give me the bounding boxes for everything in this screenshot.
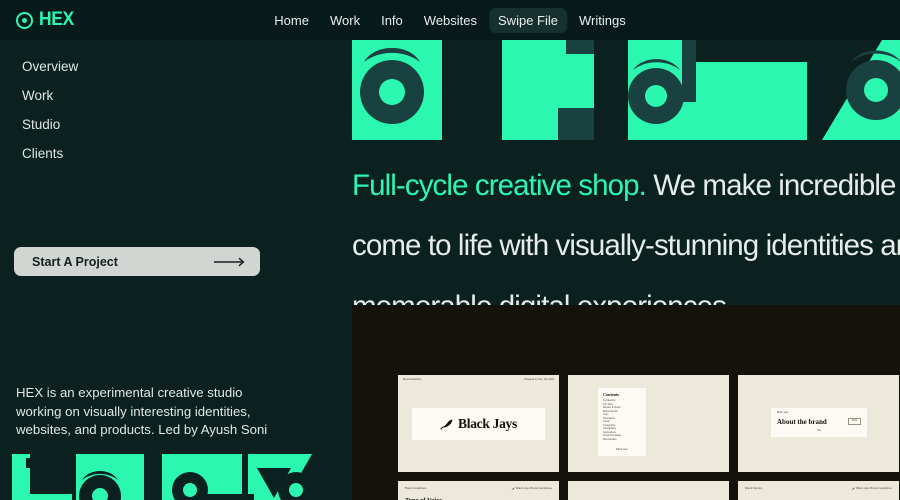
sidebar-links: Overview Work Studio Clients <box>0 40 352 168</box>
start-a-project-label: Start A Project <box>32 254 118 269</box>
portfolio-card-tone-of-voice[interactable]: Brand Guidelines Black Jays Brand Guidel… <box>398 481 559 500</box>
logo-text: HEX <box>39 9 74 30</box>
headline-accent: Full-cycle creative shop. <box>352 169 647 202</box>
main-nav: Home Work Info Websites Swipe File Writi… <box>265 7 635 33</box>
card-title: Contents <box>603 392 620 397</box>
card-title: Black Jays <box>458 416 517 431</box>
sidebar-item-overview[interactable]: Overview <box>22 52 352 81</box>
card-eyebrow: Black Jays <box>777 412 789 414</box>
headline-rest: We make incredible ideas <box>653 169 900 202</box>
studio-blurb: HEX is an experimental creative studio w… <box>16 385 268 438</box>
hex-wordmark-graphic <box>12 454 312 500</box>
portfolio-card-about[interactable]: Black Jays About the brand 2024 Hex <box>738 375 899 472</box>
sidebar: Overview Work Studio Clients Start A Pro… <box>0 40 352 500</box>
card-slide: Black Jays About the brand 2024 Hex <box>771 408 867 437</box>
card-slide: Black Jays <box>412 408 545 440</box>
card-eyebrow-row: Brand Guidelines Prepared by Hex, July 2… <box>403 379 554 383</box>
nav-item-writings[interactable]: Writings <box>570 8 635 33</box>
sidebar-item-work[interactable]: Work <box>22 81 352 110</box>
portfolio-card-brand-identity[interactable]: Brand Identity Black Jays Brand Guidelin… <box>738 481 899 500</box>
card-header-row: Brand Guidelines Black Jays Brand Guidel… <box>405 487 552 491</box>
nav-item-websites[interactable]: Websites <box>415 8 486 33</box>
logo[interactable]: HEX <box>16 9 77 31</box>
card-header-right: Black Jays Brand Guidelines <box>856 487 892 491</box>
card-header-row: Brand Identity Black Jays Brand Guidelin… <box>745 487 892 491</box>
nav-item-work[interactable]: Work <box>321 8 369 33</box>
portfolio-card-contents[interactable]: Contents Introduction Our Story Mission … <box>568 375 729 472</box>
card-footer: Black Jays <box>616 448 628 451</box>
card-slide: Contents Introduction Our Story Mission … <box>598 388 646 456</box>
banner-letterforms <box>352 40 900 140</box>
portfolio-card-cover[interactable]: Brand Guidelines Prepared by Hex, July 2… <box>398 375 559 472</box>
bird-icon <box>440 419 454 430</box>
card-footer: Hex <box>816 429 822 432</box>
card-header-right: Black Jays Brand Guidelines <box>516 487 552 491</box>
page-root: HEX Home Work Info Websites Swipe File W… <box>0 0 900 500</box>
top-bar: HEX Home Work Info Websites Swipe File W… <box>0 0 900 40</box>
card-header-left: Brand Guidelines <box>405 487 427 491</box>
card-header-left: Brand Identity <box>745 487 763 491</box>
card-contents-list: Introduction Our Story Mission & Vision … <box>603 400 622 442</box>
nav-item-swipe-file[interactable]: Swipe File <box>489 7 567 33</box>
circle-dot-icon <box>16 11 33 29</box>
arrow-right-icon <box>214 257 245 266</box>
portfolio-card-blank[interactable] <box>568 481 729 500</box>
card-eyebrow-right: Prepared by Hex, July 2024 <box>524 379 554 381</box>
nav-item-home[interactable]: Home <box>265 8 318 33</box>
bird-icon <box>511 487 515 490</box>
card-badge: 2024 <box>847 417 861 426</box>
portfolio-grid: Brand Guidelines Prepared by Hex, July 2… <box>398 375 900 500</box>
bird-icon <box>851 487 855 490</box>
page-title: Full-cycle creative shop. We make incred… <box>352 169 900 202</box>
card-title: About the brand <box>777 417 827 426</box>
sidebar-item-studio[interactable]: Studio <box>22 110 352 139</box>
start-a-project-button[interactable]: Start A Project <box>14 247 260 276</box>
portfolio-panel: Brand Guidelines Prepared by Hex, July 2… <box>352 305 900 500</box>
hero-banner-graphic <box>352 40 900 142</box>
headline-line-2: come to life with visually-stunning iden… <box>352 229 900 263</box>
nav-item-info[interactable]: Info <box>372 8 412 33</box>
sidebar-item-clients[interactable]: Clients <box>22 139 352 168</box>
card-title: Tone of Voice <box>405 496 442 500</box>
card-eyebrow-left: Brand Guidelines <box>403 379 422 381</box>
